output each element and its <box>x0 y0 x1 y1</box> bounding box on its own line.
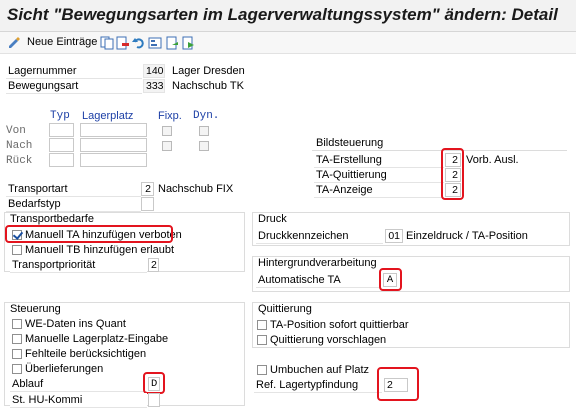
undo-icon[interactable] <box>132 36 146 50</box>
delete-icon[interactable] <box>116 36 130 50</box>
hu-picking-label: St. HU-Kommi <box>10 393 147 408</box>
new-entries-button[interactable]: Neue Einträge <box>27 36 97 48</box>
row-from-label: Von <box>6 125 26 137</box>
ref-storage-type-label: Ref. Lagertypfindung <box>254 378 382 393</box>
movement-type-field: 333 <box>143 79 165 93</box>
immediate-confirm-label: TA-Position sofort quittierbar <box>270 319 409 331</box>
movement-type-name: Nachschub TK <box>172 80 244 92</box>
nav-icon[interactable] <box>148 36 162 50</box>
ta-confirmation-label: TA-Quittierung <box>314 168 444 183</box>
transport-priority-label: Transportpriorität <box>10 258 147 273</box>
copy-icon[interactable] <box>100 36 114 50</box>
overdeliveries-label: Überlieferungen <box>25 363 104 375</box>
print-title: Druck <box>258 213 287 225</box>
application-toolbar: Neue Einträge <box>0 32 576 54</box>
manual-ta-forbidden-checkbox[interactable] <box>12 230 22 240</box>
to-fixed-bin-checkbox[interactable] <box>162 141 172 151</box>
immediate-confirm-checkbox[interactable] <box>257 320 267 330</box>
ref-storage-type-field[interactable]: 2 <box>384 378 408 392</box>
control-title: Steuerung <box>10 303 61 315</box>
warehouse-number-label: Lagernummer <box>6 64 142 79</box>
return-type-field[interactable] <box>49 153 74 167</box>
manual-bin-entry-label: Manuelle Lagerplatz-Eingabe <box>25 333 169 345</box>
hu-picking-field[interactable] <box>148 393 160 407</box>
ta-display-field[interactable]: 2 <box>445 183 461 197</box>
transport-type-text: Nachschub FIX <box>158 183 234 195</box>
ta-creation-text: Vorb. Ausl. <box>466 154 519 166</box>
ta-creation-field[interactable]: 2 <box>445 153 461 167</box>
to-dynamic-checkbox[interactable] <box>199 141 209 151</box>
screen-control-divider <box>312 150 567 151</box>
from-bin-field[interactable] <box>80 123 147 137</box>
column-dynamic-header: Dyn. <box>193 110 220 122</box>
confirmation-title: Quittierung <box>258 303 312 315</box>
column-storage-bin-header: Lagerplatz <box>82 110 134 122</box>
print-code-text: Einzeldruck / TA-Position <box>406 230 528 242</box>
missing-parts-checkbox[interactable] <box>12 349 22 359</box>
manual-tb-allowed-label: Manuell TB hinzufügen erlaubt <box>25 244 175 256</box>
need-type-field[interactable] <box>141 197 154 211</box>
ta-confirmation-field[interactable]: 2 <box>445 168 461 182</box>
ta-creation-label: TA-Erstellung <box>314 153 444 168</box>
movement-type-label: Bewegungsart <box>6 79 142 94</box>
gr-data-quant-label: WE-Daten ins Quant <box>25 318 126 330</box>
transport-priority-field[interactable]: 2 <box>148 258 159 272</box>
overdeliveries-checkbox[interactable] <box>12 364 22 374</box>
ta-display-label: TA-Anzeige <box>314 183 444 198</box>
prev-entry-icon[interactable] <box>166 36 180 50</box>
transfer-to-bin-checkbox[interactable] <box>257 365 267 375</box>
return-bin-field[interactable] <box>80 153 147 167</box>
from-dynamic-checkbox[interactable] <box>199 126 209 136</box>
print-code-label: Druckkennzeichen <box>256 229 383 244</box>
column-type-header: Typ <box>50 110 70 122</box>
transport-requirements-title: Transportbedarfe <box>10 213 94 225</box>
manual-tb-allowed-checkbox[interactable] <box>12 245 22 255</box>
automatic-ta-label: Automatische TA <box>256 273 381 288</box>
propose-confirm-label: Quittierung vorschlagen <box>270 334 387 346</box>
screen-control-title: Bildsteuerung <box>316 137 384 149</box>
print-code-field[interactable]: 01 <box>385 229 403 243</box>
background-processing-title: Hintergrundverarbeitung <box>258 257 377 269</box>
manual-bin-entry-checkbox[interactable] <box>12 334 22 344</box>
row-return-label: Rück <box>6 155 33 167</box>
from-type-field[interactable] <box>49 123 74 137</box>
transfer-to-bin-label: Umbuchen auf Platz <box>270 364 370 376</box>
process-label: Ablauf <box>10 377 147 392</box>
row-to-label: Nach <box>6 140 33 152</box>
to-type-field[interactable] <box>49 138 74 152</box>
from-fixed-bin-checkbox[interactable] <box>162 126 172 136</box>
to-bin-field[interactable] <box>80 138 147 152</box>
next-entry-icon[interactable] <box>182 36 196 50</box>
manual-ta-forbidden-label: Manuell TA hinzufügen verboten <box>25 229 182 241</box>
propose-confirm-checkbox[interactable] <box>257 335 267 345</box>
automatic-ta-field[interactable]: A <box>383 273 397 287</box>
window-title: Sicht "Bewegungsarten im Lagerverwaltung… <box>0 0 576 32</box>
column-fixed-bin-header: Fixp. <box>158 110 182 122</box>
gr-data-quant-checkbox[interactable] <box>12 319 22 329</box>
warehouse-number-field: 140 <box>143 64 165 78</box>
warehouse-name: Lager Dresden <box>172 65 245 77</box>
process-field[interactable]: D <box>148 377 160 391</box>
missing-parts-label: Fehlteile berücksichtigen <box>25 348 147 360</box>
transport-type-label: Transportart <box>6 182 141 197</box>
transport-type-field[interactable]: 2 <box>141 182 154 196</box>
display-change-icon[interactable] <box>7 36 21 50</box>
need-type-label: Bedarfstyp <box>6 197 141 212</box>
